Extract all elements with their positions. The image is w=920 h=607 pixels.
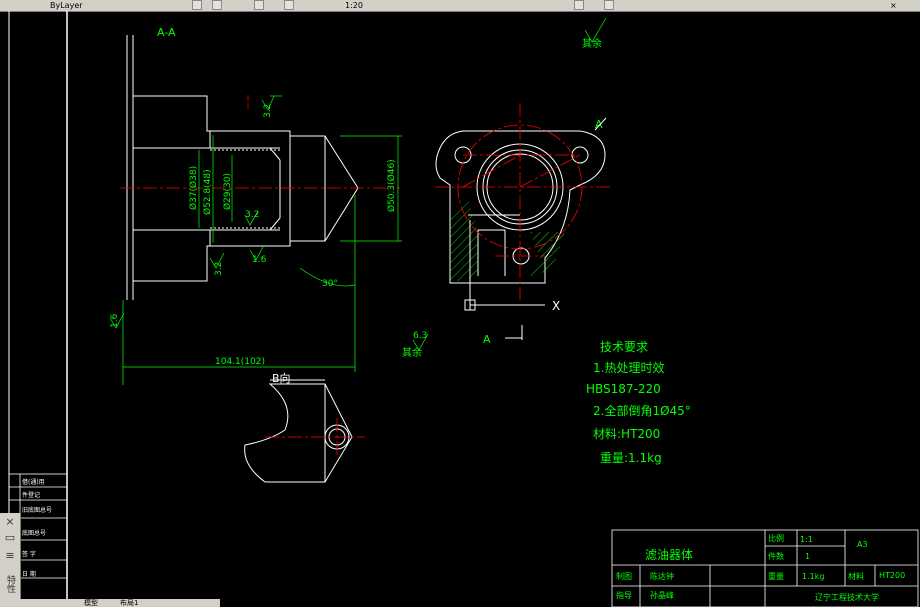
roughness-other-top: 其余 bbox=[582, 37, 602, 50]
tab-layout1[interactable]: 布局1 bbox=[120, 599, 138, 607]
material-value: HT200 bbox=[879, 571, 905, 580]
roughness-16b: 1.6 bbox=[110, 313, 120, 328]
axis-x-label: X bbox=[552, 299, 560, 313]
window-control-icon[interactable] bbox=[604, 0, 614, 10]
roughness-32a: 3.2 bbox=[263, 104, 273, 118]
hatch-region bbox=[530, 232, 565, 276]
dimensions bbox=[109, 17, 607, 385]
properties-palette: × ▭ ≡ 特性 bbox=[0, 513, 21, 607]
register-row: 底图总号 bbox=[22, 529, 46, 537]
hatch-region bbox=[450, 200, 478, 283]
roughness-32c: 3.2 bbox=[214, 262, 224, 276]
layer-icon[interactable] bbox=[192, 0, 202, 10]
dim-d29: Ø29(30) bbox=[222, 173, 233, 210]
layout-tabs: 模型 布局1 bbox=[20, 599, 220, 607]
section-label: A-A bbox=[157, 26, 176, 39]
tech-title: 技术要求 bbox=[600, 340, 648, 354]
pin-icon[interactable]: ▭ bbox=[3, 531, 17, 545]
tab-model[interactable]: 模型 bbox=[84, 599, 98, 607]
tech-line5: 重量:1.1kg bbox=[600, 451, 662, 465]
view-b bbox=[244, 379, 353, 483]
view-b-center-lines bbox=[265, 418, 365, 458]
school-name: 辽宁工程技术大学 bbox=[815, 592, 879, 602]
close-icon[interactable]: × bbox=[3, 515, 17, 529]
drawn-label: 制图 bbox=[616, 571, 632, 581]
roughness-32b: 3.2 bbox=[245, 210, 259, 220]
tech-line3: 2.全部倒角1Ø45° bbox=[593, 403, 691, 418]
scale-value: 1:1 bbox=[800, 535, 813, 544]
register-row: 签 字 bbox=[22, 550, 36, 558]
checked-label: 指导 bbox=[616, 590, 632, 600]
dim-d37: Ø37(Ø38) bbox=[188, 166, 199, 210]
tech-line4: 材料:HT200 bbox=[593, 427, 660, 441]
register-row: 日 期 bbox=[22, 570, 36, 578]
weight-value: 1.1kg bbox=[802, 572, 824, 581]
section-view-aa bbox=[126, 35, 359, 300]
drawn-name: 陈达钟 bbox=[650, 571, 674, 581]
scale-label: 比例 bbox=[768, 533, 784, 543]
dim-angle30: 30° bbox=[322, 279, 338, 289]
palette-title: 特性 bbox=[5, 575, 15, 593]
sheet-size: A3 bbox=[857, 540, 868, 549]
axis-indicator bbox=[464, 117, 607, 340]
layer-dropdown[interactable]: ByLayer bbox=[50, 1, 83, 10]
roughness-other-bottom: 其余 bbox=[402, 346, 422, 359]
left-register-text: 借(通)用 件登记 旧底图总号 底图总号 签 字 日 期 bbox=[22, 478, 52, 578]
material-label: 材料 bbox=[848, 571, 864, 581]
tech-line1: 1.热处理时效 bbox=[593, 360, 664, 375]
window-control-icon[interactable] bbox=[574, 0, 584, 10]
dimension-labels: Ø37(Ø38) Ø52.8(48) Ø29(30) Ø50.3(Ø46) 3.… bbox=[110, 26, 603, 367]
close-icon[interactable]: × bbox=[890, 1, 897, 10]
drawing-canvas[interactable]: Ø37(Ø38) Ø52.8(48) Ø29(30) Ø50.3(Ø46) 3.… bbox=[0, 11, 920, 607]
qty-label: 件数 bbox=[768, 551, 784, 561]
properties-icon[interactable]: ≡ bbox=[3, 549, 17, 563]
dim-d52: Ø52.8(48) bbox=[202, 169, 213, 215]
checked-name: 孙晶峰 bbox=[650, 590, 674, 600]
color-icon[interactable] bbox=[212, 0, 222, 10]
dim-d50: Ø50.3(Ø46) bbox=[386, 159, 397, 212]
tech-line2: HBS187-220 bbox=[586, 382, 661, 396]
register-row: 借(通)用 bbox=[22, 478, 45, 486]
qty-value: 1 bbox=[805, 552, 810, 561]
register-row: 旧底图总号 bbox=[22, 506, 52, 514]
dim-length: 104.1(102) bbox=[215, 357, 265, 367]
scale-dropdown[interactable]: 1:20 bbox=[345, 1, 363, 10]
register-row: 件登记 bbox=[22, 491, 40, 499]
view-b-label: B向 bbox=[272, 371, 291, 385]
view-a-label: A bbox=[483, 333, 491, 346]
part-name: 滤油器体 bbox=[645, 548, 693, 562]
weight-label: 重量 bbox=[768, 571, 784, 581]
tech-requirements: 技术要求 1.热处理时效 HBS187-220 2.全部倒角1Ø45° 材料:H… bbox=[586, 340, 691, 465]
title-block-text: 滤油器体 比例 1:1 件数 1 A3 重量 1.1kg 材料 HT200 制图… bbox=[616, 533, 905, 602]
roughness-63: 6.3 bbox=[413, 331, 427, 341]
linetype-icon[interactable] bbox=[254, 0, 264, 10]
roughness-16a: 1.6 bbox=[252, 255, 267, 265]
properties-icon[interactable] bbox=[284, 0, 294, 10]
